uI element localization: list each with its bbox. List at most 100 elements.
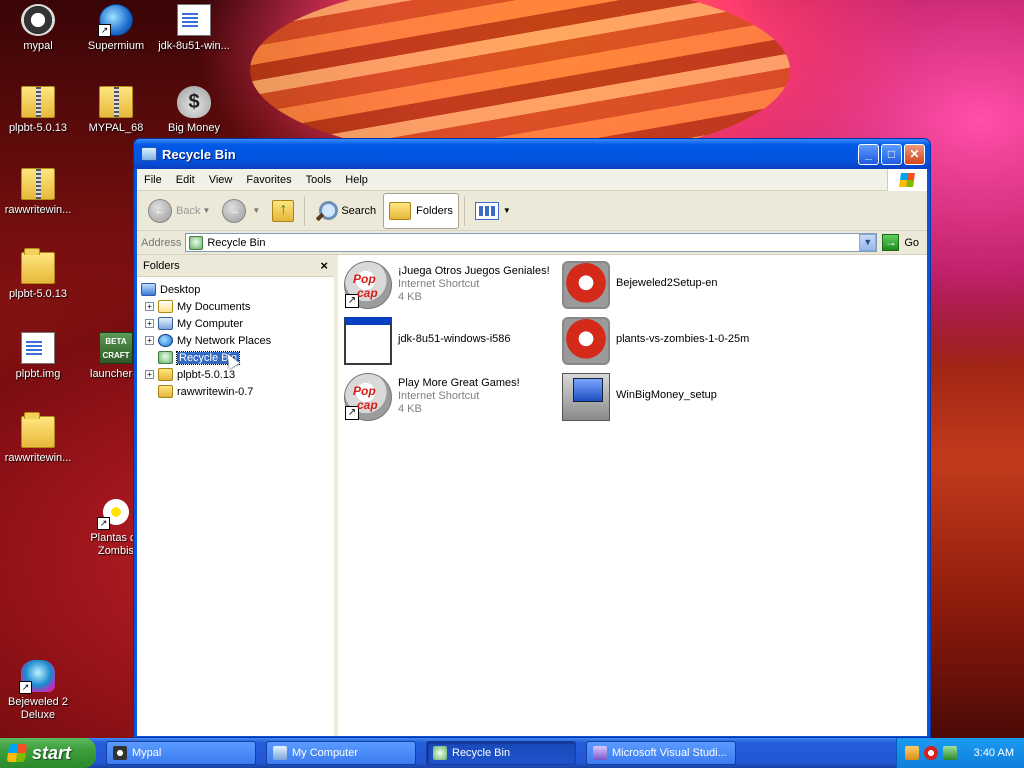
tree-item-desktop[interactable]: Desktop xyxy=(141,281,334,298)
tree-item-my-computer[interactable]: + My Computer xyxy=(141,315,334,332)
file-text: Play More Great Games! Internet Shortcut… xyxy=(398,373,520,416)
chevron-down-icon: ▼ xyxy=(502,206,511,215)
tree-item-rawwritewin[interactable]: rawwritewin-0.7 xyxy=(141,383,334,400)
desktop-icon-plpbt-img[interactable]: plpbt.img xyxy=(0,332,76,381)
address-input[interactable]: Recycle Bin ▼ xyxy=(185,233,878,252)
forward-arrow-icon: → xyxy=(222,198,247,223)
back-label: Back xyxy=(176,204,201,217)
desktop-icon-plpbt-zip[interactable]: plpbt-5.0.13 xyxy=(0,86,76,135)
tree-item-my-documents[interactable]: + My Documents xyxy=(141,298,334,315)
start-button[interactable]: start xyxy=(0,738,96,768)
close-icon[interactable]: × xyxy=(320,258,328,273)
installer-icon xyxy=(562,317,610,365)
desktop-icon-label: plpbt-5.0.13 xyxy=(8,122,68,134)
desktop-icon-label: rawwritewin... xyxy=(4,204,72,216)
file-item[interactable]: plants-vs-zombies-1-0-25m xyxy=(562,317,777,365)
file-item[interactable]: jdk-8u51-windows-i586 xyxy=(344,317,559,365)
windows-logo-icon xyxy=(887,169,927,191)
expand-icon[interactable]: + xyxy=(145,370,154,379)
chevron-down-icon[interactable]: ▼ xyxy=(252,206,260,215)
desktop-icon-label: rawwritewin... xyxy=(4,452,72,464)
toolbar-separator xyxy=(463,195,465,226)
desktop-icon-jdk[interactable]: jdk-8u51-win... xyxy=(156,4,232,53)
expand-icon[interactable]: + xyxy=(145,319,154,328)
desktop-icon-mypal[interactable]: mypal xyxy=(0,4,76,53)
taskbar-item-recycle-bin[interactable]: Recycle Bin xyxy=(426,741,576,765)
start-label: start xyxy=(32,742,72,763)
tree-item-plpbt[interactable]: + plpbt-5.0.13 xyxy=(141,366,334,383)
chevron-down-icon[interactable]: ▼ xyxy=(202,206,210,215)
address-dropdown-button[interactable]: ▼ xyxy=(859,234,877,251)
menu-tools[interactable]: Tools xyxy=(299,174,339,186)
close-button[interactable]: ✕ xyxy=(904,143,925,165)
file-type: Internet Shortcut xyxy=(398,278,480,290)
menu-favorites[interactable]: Favorites xyxy=(239,174,298,186)
window-client: File Edit View Favorites Tools Help ← Ba… xyxy=(137,169,927,736)
desktop-icon-label: mypal xyxy=(23,40,53,52)
folder-up-icon: ↑ xyxy=(272,199,295,222)
desktop-icon-big-money[interactable]: $ Big Money xyxy=(156,86,232,135)
tree-item-label: My Network Places xyxy=(177,334,272,347)
recycle-bin-icon xyxy=(433,746,447,760)
tray-security-icon[interactable] xyxy=(924,746,938,760)
desktop-icon-rawwritewin-zip[interactable]: rawwritewin... xyxy=(0,168,76,217)
file-item[interactable]: Bejeweled2Setup-en xyxy=(562,261,777,309)
taskbar-item-label: My Computer xyxy=(292,747,359,759)
desktop-icon-bejeweled[interactable]: Bejeweled 2 Deluxe xyxy=(0,660,76,722)
tray-update-icon[interactable] xyxy=(943,746,957,760)
go-label: Go xyxy=(904,236,919,249)
desktop-icon-rawwritewin-folder[interactable]: rawwritewin... xyxy=(0,412,76,465)
file-name: WinBigMoney_setup xyxy=(616,389,717,401)
explorer-window: Recycle Bin _ □ ✕ File Edit View Favorit… xyxy=(133,138,931,738)
title-bar[interactable]: Recycle Bin _ □ ✕ xyxy=(134,139,930,169)
taskbar-item-visual-studio[interactable]: Microsoft Visual Studi... xyxy=(586,741,736,765)
folders-pane-header: Folders × xyxy=(137,255,334,277)
file-size: 4 KB xyxy=(398,291,422,303)
forward-button[interactable]: → ▼ xyxy=(217,193,265,229)
disk-image-icon xyxy=(21,332,55,364)
installer-icon xyxy=(562,261,610,309)
file-item[interactable]: ↗ Play More Great Games! Internet Shortc… xyxy=(344,373,559,421)
minimize-button[interactable]: _ xyxy=(858,143,879,165)
expand-icon[interactable]: + xyxy=(145,302,154,311)
tree-item-my-network-places[interactable]: + My Network Places xyxy=(141,332,334,349)
search-label: Search xyxy=(341,204,377,217)
search-icon xyxy=(315,200,339,222)
menu-edit[interactable]: Edit xyxy=(169,174,202,186)
tree-item-label: My Documents xyxy=(177,300,251,313)
menu-help[interactable]: Help xyxy=(338,174,375,186)
mypal-icon xyxy=(21,4,55,36)
tray-network-icon[interactable] xyxy=(905,746,919,760)
taskbar-item-label: Recycle Bin xyxy=(452,747,511,759)
taskbar-item-label: Mypal xyxy=(132,747,162,759)
back-button[interactable]: ← Back ▼ xyxy=(143,193,215,229)
folders-button[interactable]: Folders xyxy=(383,192,459,229)
wallpaper-planet xyxy=(250,0,790,160)
desktop-icon-mypal68[interactable]: MYPAL_68 xyxy=(78,86,154,135)
menu-file[interactable]: File xyxy=(137,174,169,186)
search-button[interactable]: Search xyxy=(310,193,381,229)
menu-view[interactable]: View xyxy=(202,174,240,186)
toolbar: ← Back ▼ → ▼ ↑ Search Folders ▼ xyxy=(137,191,927,231)
flower-icon xyxy=(97,496,133,530)
setup-computer-icon xyxy=(562,373,610,421)
taskbar-item-mypal[interactable]: Mypal xyxy=(106,741,256,765)
zip-folder-icon xyxy=(21,86,55,118)
taskbar-item-my-computer[interactable]: My Computer xyxy=(266,741,416,765)
views-button[interactable]: ▼ xyxy=(470,193,516,229)
file-item[interactable]: WinBigMoney_setup xyxy=(562,373,777,421)
desktop-icon-plpbt-folder[interactable]: plpbt-5.0.13 xyxy=(0,248,76,301)
up-button[interactable]: ↑ xyxy=(267,193,299,229)
desktop-icon-label: plpbt.img xyxy=(15,368,61,380)
go-button[interactable]: → Go xyxy=(882,234,923,251)
desktop-icon-label: MYPAL_68 xyxy=(88,122,144,134)
desktop-icon-supermium[interactable]: Supermium xyxy=(78,4,154,53)
clock[interactable]: 3:40 AM xyxy=(974,747,1014,759)
back-arrow-icon: ← xyxy=(148,198,172,223)
file-view: ↗ ¡Juega Otros Juegos Geniales! Internet… xyxy=(338,255,927,736)
maximize-button[interactable]: □ xyxy=(881,143,902,165)
recycle-bin-icon xyxy=(158,351,173,364)
file-item[interactable]: ↗ ¡Juega Otros Juegos Geniales! Internet… xyxy=(344,261,559,309)
expand-icon[interactable]: + xyxy=(145,336,154,345)
taskbar-item-label: Microsoft Visual Studi... xyxy=(612,747,727,759)
